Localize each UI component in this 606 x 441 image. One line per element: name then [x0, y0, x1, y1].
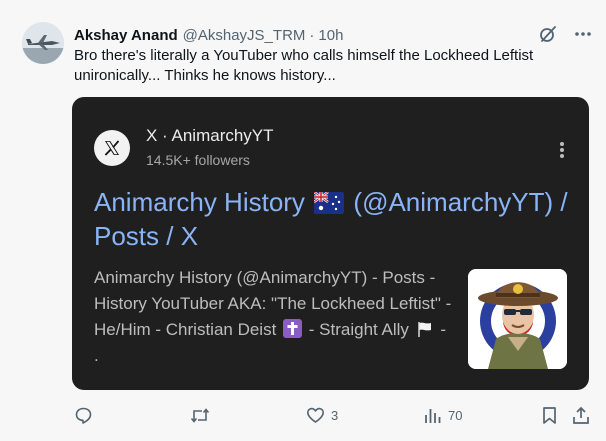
tweet-header: Akshay Anand @AkshayJS_TRM · 10h: [74, 25, 343, 45]
white-flag-icon: [416, 320, 434, 338]
like-count: 3: [331, 407, 339, 423]
card-title-part1: Animarchy History: [94, 187, 305, 217]
bookmark-button[interactable]: [541, 404, 558, 426]
retweet-icon: [190, 407, 210, 423]
author-avatar[interactable]: [22, 22, 64, 64]
retweet-button[interactable]: [190, 404, 216, 426]
bookmark-icon: [543, 406, 556, 424]
more-icon[interactable]: [574, 24, 592, 44]
x-logo-icon: [94, 130, 130, 166]
card-thumbnail: [468, 269, 567, 369]
tweet-actions: 3 70: [0, 404, 606, 428]
australia-flag-icon: [314, 192, 345, 214]
card-followers: 14.5K+ followers: [146, 152, 250, 168]
link-preview-card[interactable]: X · AnimarchyYT 14.5K+ followers Animarc…: [72, 97, 589, 390]
reply-button[interactable]: [74, 404, 99, 426]
like-button[interactable]: 3: [306, 404, 338, 426]
views-count: 70: [448, 407, 463, 423]
tweet-text: Bro there's literally a YouTuber who cal…: [74, 47, 534, 84]
card-title[interactable]: Animarchy History (@AnimarchyYT) / Posts…: [94, 185, 574, 253]
views-chart-icon: [425, 408, 441, 423]
header-actions: [538, 24, 592, 44]
card-desc-part2: - Straight Ally: [308, 320, 409, 339]
cross-emoji-icon: [283, 319, 303, 338]
views-button[interactable]: 70: [424, 404, 462, 426]
user-handle[interactable]: @AkshayJS_TRM: [183, 27, 306, 44]
fighter-jet-icon: [22, 22, 64, 64]
display-name[interactable]: Akshay Anand: [74, 27, 178, 44]
timestamp[interactable]: 10h: [318, 27, 343, 44]
card-menu-icon[interactable]: [559, 141, 565, 159]
heart-icon: [307, 407, 324, 423]
card-source: X · AnimarchyYT: [146, 126, 274, 145]
grok-icon[interactable]: [538, 24, 558, 44]
separator-dot: ·: [309, 26, 315, 44]
share-button[interactable]: [572, 404, 590, 426]
tweet: Akshay Anand @AkshayJS_TRM · 10h Bro the…: [0, 0, 606, 441]
card-description: Animarchy History (@AnimarchyYT) - Posts…: [94, 265, 452, 369]
cartoon-avatar-icon: [468, 269, 567, 369]
reply-icon: [75, 407, 92, 424]
share-icon: [573, 406, 589, 424]
